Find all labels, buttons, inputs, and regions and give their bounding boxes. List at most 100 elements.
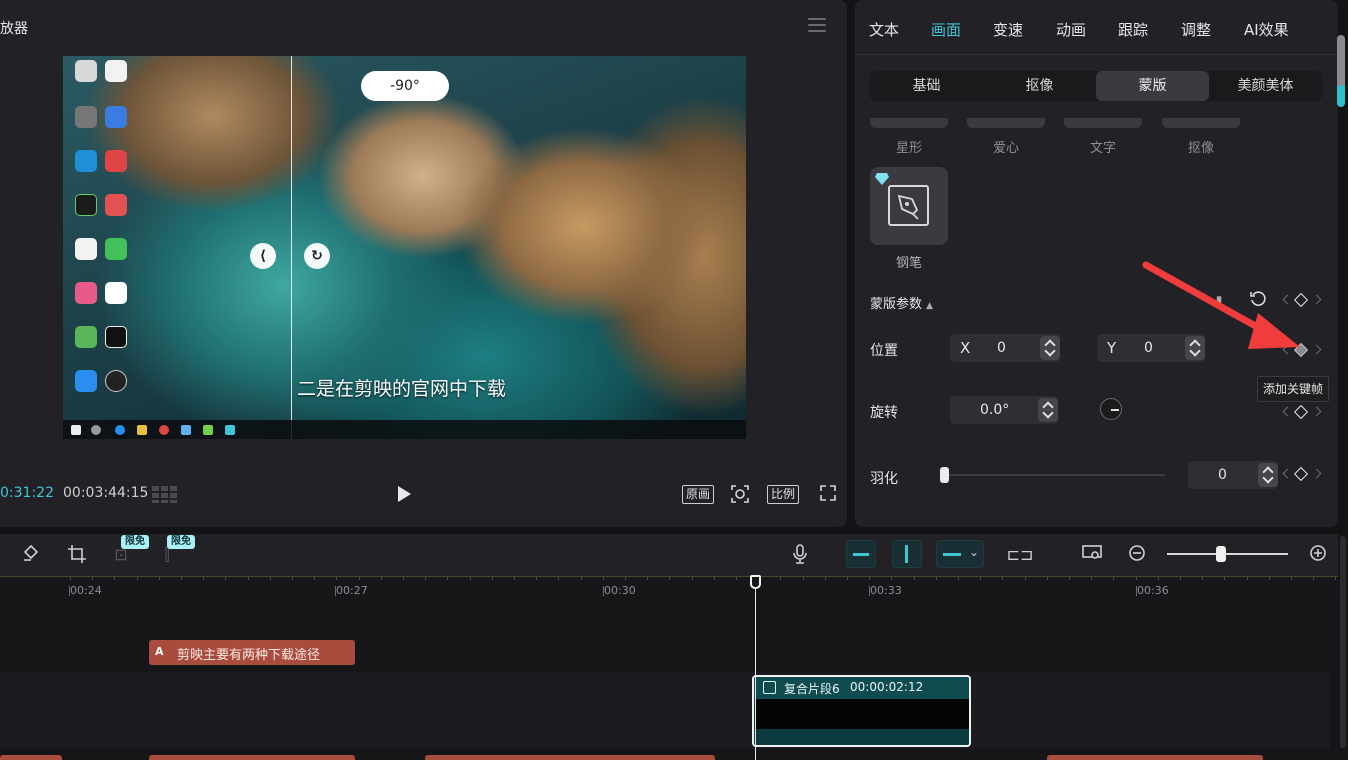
tab-adjust[interactable]: 调整 (1181, 19, 1211, 40)
desktop-icons (67, 60, 129, 400)
mask-line[interactable] (291, 56, 292, 439)
ruler-minor-tick (469, 577, 471, 580)
compound-clip-header: 复合片段6 00:00:02:12 (754, 677, 969, 699)
ruler-minor-tick (92, 577, 94, 580)
text-clip-partial[interactable] (425, 755, 715, 760)
free-badge: 限免 (167, 535, 195, 549)
ruler-minor-tick (403, 577, 404, 580)
compound-clip[interactable]: 复合片段6 00:00:02:12 (752, 675, 971, 747)
mask-shape-heart[interactable] (967, 118, 1045, 128)
keyframe-nav-feather[interactable] (1282, 466, 1322, 484)
compare-icon[interactable]: ⊏⊐ ⌄ (1000, 544, 1040, 586)
crop-icon[interactable] (66, 544, 88, 566)
tab-speed[interactable]: 变速 (993, 19, 1023, 40)
ruler-minor-tick (1091, 577, 1093, 580)
feather-value: 0 (1218, 467, 1227, 483)
mask-shape-star[interactable] (870, 118, 948, 128)
ruler-minor-tick (1135, 577, 1137, 580)
tab-text[interactable]: 文本 (869, 19, 899, 40)
subtab-cutout[interactable]: 抠像 (983, 71, 1096, 101)
main-track-magnet-button[interactable] (846, 540, 876, 568)
ruler-minor-tick (958, 577, 959, 580)
preview-canvas[interactable]: -90° ⟨ ↻ 二是在剪映的官网中下载 (63, 56, 746, 439)
ruler-minor-tick (269, 577, 271, 580)
ruler-minor-tick (736, 577, 737, 580)
fullscreen-icon[interactable] (818, 484, 838, 507)
ruler-minor-tick (491, 577, 493, 580)
timeline-scrollbar[interactable] (1338, 534, 1348, 760)
text-clip[interactable]: A 剪映主要有两种下载途径 (149, 640, 355, 665)
playhead-line[interactable] (755, 585, 756, 760)
ruler-tick: 00:27 (335, 584, 368, 597)
mask-params-title[interactable]: 蒙版参数 ▲ (870, 293, 933, 312)
video-subtitle: 二是在剪映的官网中下载 (297, 378, 507, 400)
tab-ai-effects[interactable]: AI效果 (1244, 19, 1289, 40)
tab-animation[interactable]: 动画 (1056, 19, 1086, 40)
ruler-minor-tick (114, 577, 116, 580)
text-clip-partial[interactable] (149, 755, 355, 760)
text-clip-partial[interactable] (1047, 755, 1263, 760)
subtab-basic[interactable]: 基础 (870, 71, 983, 101)
ruler-minor-tick (1202, 577, 1204, 580)
feather-stepper[interactable] (1258, 463, 1278, 487)
menu-icon[interactable] (808, 18, 826, 34)
compound-icon (763, 681, 776, 694)
keyframe-nav-rotation[interactable] (1282, 404, 1322, 422)
feather-slider-thumb[interactable] (940, 467, 949, 483)
zoom-in-icon[interactable] (1308, 544, 1328, 566)
mask-shape-pen[interactable] (870, 167, 948, 245)
text-clip-icon: A (155, 645, 164, 658)
original-quality-button[interactable]: 原画 (682, 485, 715, 504)
zoom-fit-icon[interactable] (729, 484, 751, 509)
tab-picture[interactable]: 画面 (931, 19, 961, 40)
shape-label-text: 文字 (1089, 141, 1116, 156)
ruler-minor-tick (580, 577, 582, 580)
rotation-label: 旋转 (870, 405, 898, 421)
subtab-mask[interactable]: 蒙版 (1096, 71, 1209, 101)
ruler-minor-tick (913, 577, 915, 580)
x-stepper[interactable] (1040, 336, 1060, 360)
zoom-out-icon[interactable] (1127, 544, 1147, 566)
aspect-ratio-button[interactable]: 比例 (767, 485, 800, 504)
feather-field[interactable]: 0 (1188, 461, 1278, 489)
grid-icon[interactable] (152, 484, 178, 504)
mask-shape-cutout[interactable] (1162, 118, 1240, 128)
mask-shape-text[interactable] (1064, 118, 1142, 128)
ruler-minor-tick (891, 577, 893, 580)
tab-tracking[interactable]: 跟踪 (1118, 19, 1148, 40)
ruler-minor-tick (1024, 577, 1026, 580)
rotation-dial[interactable] (1100, 398, 1122, 420)
position-x-field[interactable]: X 0 (950, 334, 1060, 362)
microphone-icon[interactable] (790, 544, 810, 566)
feather-handle-icon[interactable]: ⟨ (250, 243, 276, 269)
ruler-minor-tick (935, 577, 937, 580)
ruler-minor-tick (1246, 577, 1248, 580)
zoom-slider-track[interactable] (1167, 553, 1288, 555)
play-button[interactable] (398, 486, 411, 502)
rotate-handle-icon[interactable]: ↻ (304, 243, 330, 269)
rotation-stepper[interactable] (1038, 398, 1058, 422)
ruler-tick: 00:33 (869, 584, 902, 597)
ruler-minor-tick (669, 577, 671, 580)
compound-clip-thumbnail (756, 699, 969, 729)
ruler-minor-tick (1180, 577, 1181, 580)
subtab-beauty[interactable]: 美颜美体 (1209, 71, 1322, 101)
collapse-icon[interactable]: ▲ (926, 301, 933, 311)
timeline-ruler[interactable]: 00:24 00:27 00:30 00:33 00:36 (0, 576, 1338, 600)
preview-axis-icon[interactable] (1080, 544, 1104, 566)
feather-slider-track[interactable] (943, 474, 1165, 476)
picture-subtabs: 基础 抠像 蒙版 美颜美体 (870, 71, 1322, 101)
rotation-field[interactable]: 0.0° (950, 396, 1058, 424)
panel-scrollbar[interactable] (1337, 35, 1345, 107)
x-value: 0 (997, 340, 1006, 356)
auto-snap-button[interactable] (892, 540, 922, 568)
keyframe-diamond-icon (1293, 404, 1309, 420)
text-clip-partial[interactable] (0, 755, 62, 760)
loop-icon[interactable] (20, 544, 42, 566)
main-video-track[interactable] (0, 672, 1330, 749)
ruler-tick: 00:24 (69, 584, 102, 597)
zoom-slider-thumb[interactable] (1216, 546, 1226, 562)
ruler-minor-tick (625, 577, 626, 580)
playhead-handle[interactable] (750, 575, 761, 589)
linkage-button[interactable]: ⌄ (936, 540, 984, 568)
